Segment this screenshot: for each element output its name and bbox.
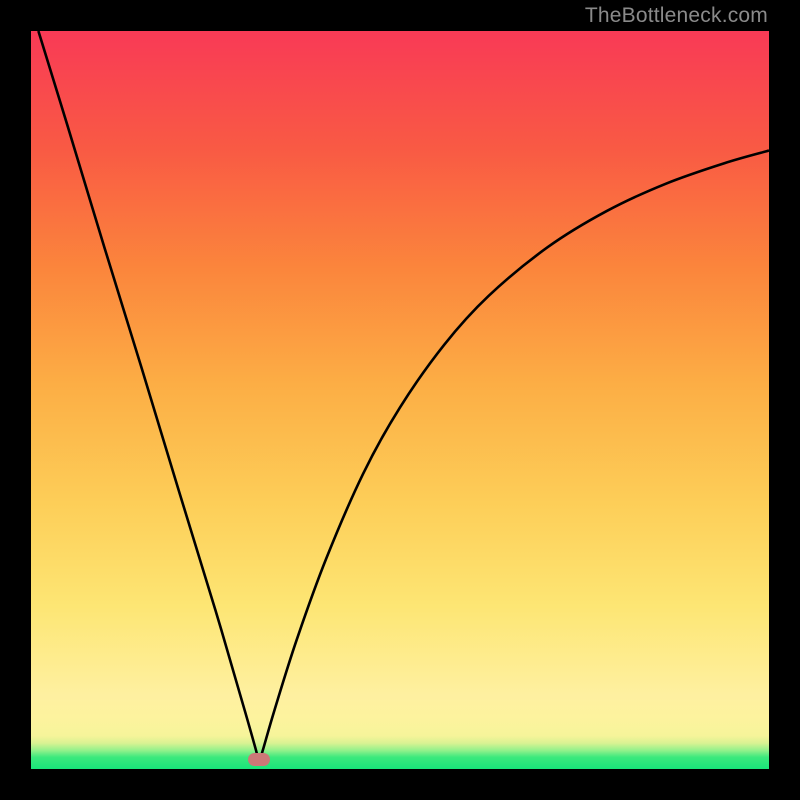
bottleneck-curve [31, 31, 769, 769]
plot-area [31, 31, 769, 769]
chart-frame: TheBottleneck.com [0, 0, 800, 800]
watermark-text: TheBottleneck.com [585, 4, 768, 28]
optimum-marker [248, 753, 270, 766]
